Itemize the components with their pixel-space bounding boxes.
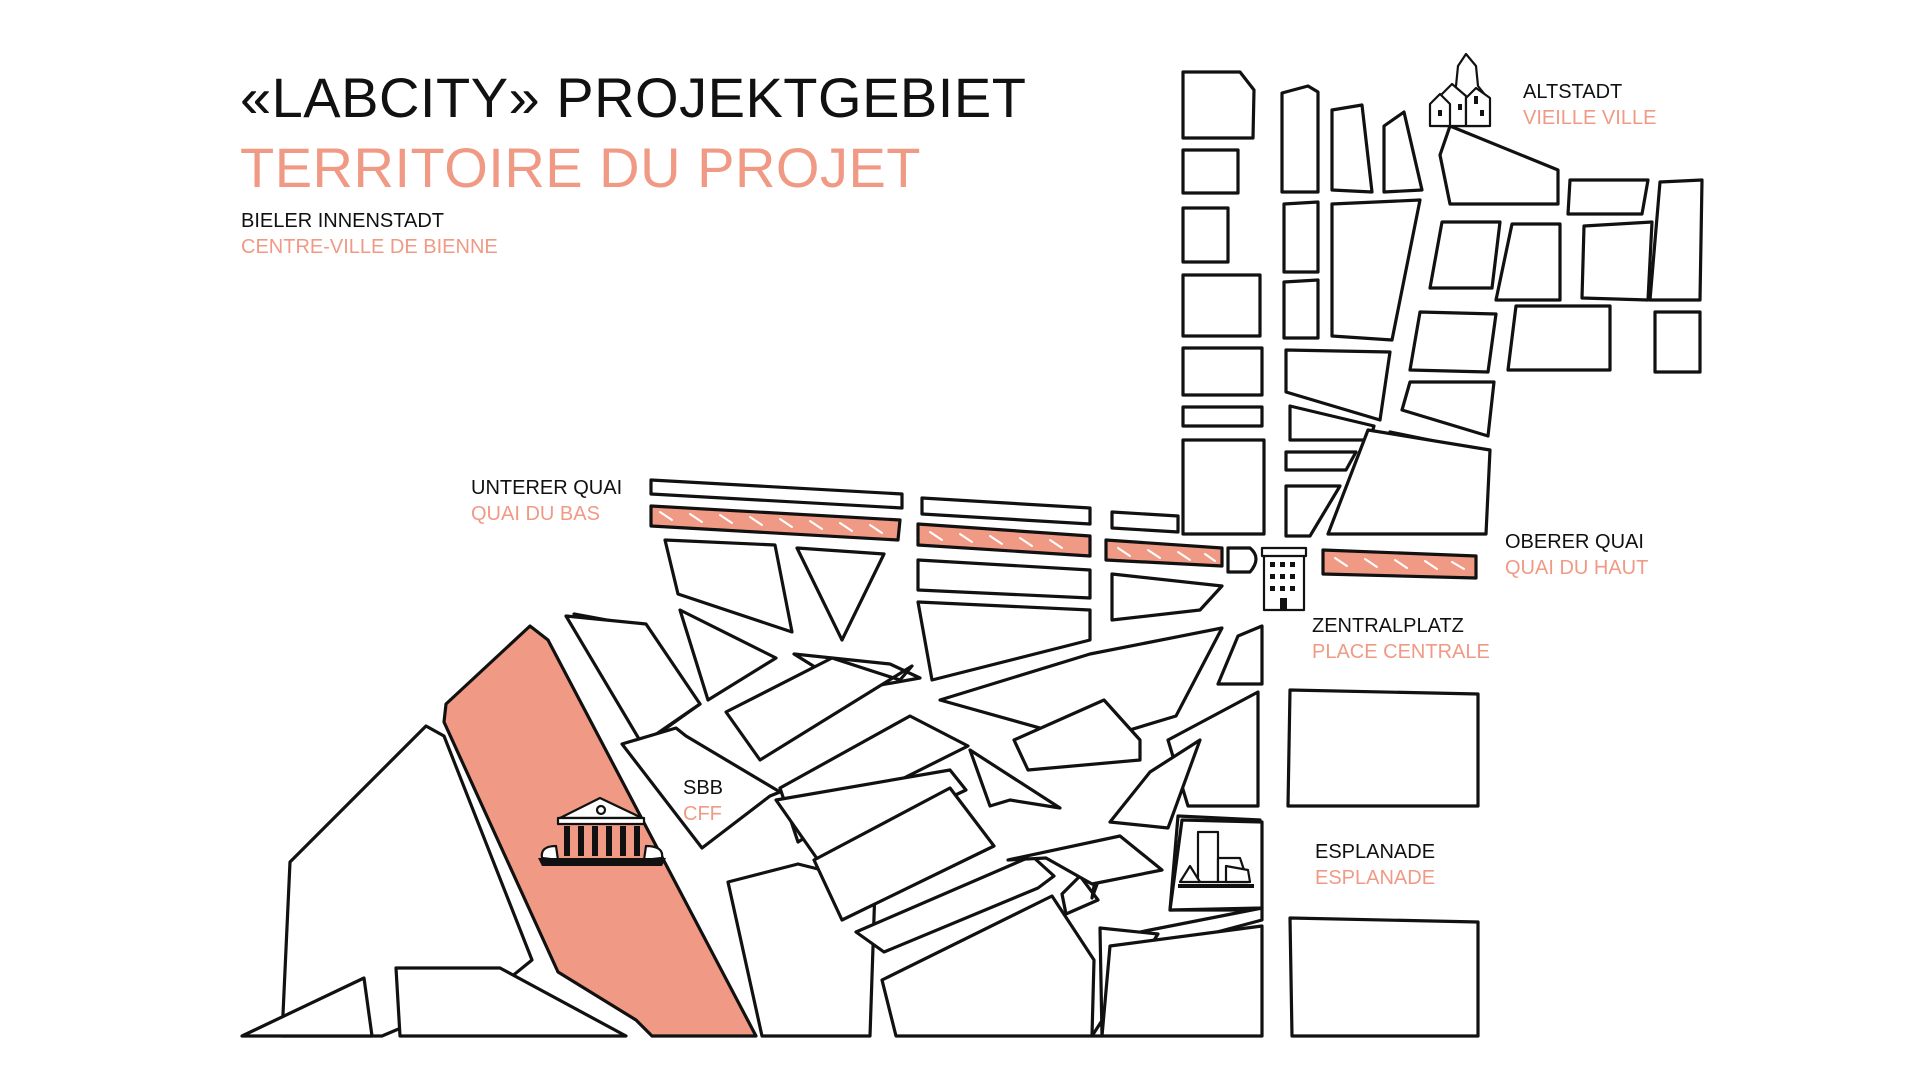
map-block — [1181, 438, 1266, 536]
label-sbb-fr: CFF — [683, 803, 722, 825]
map-block — [1400, 380, 1496, 438]
label-zentralplatz-fr: PLACE CENTRALE — [1312, 641, 1490, 663]
map-block — [1280, 84, 1320, 194]
map-block — [1216, 624, 1264, 686]
label-altstadt-fr: VIEILLE VILLE — [1523, 107, 1657, 129]
map-block — [1653, 310, 1702, 374]
title-french: TERRITOIRE DU PROJET — [240, 136, 922, 199]
map-block — [1181, 70, 1256, 140]
quai-du-bas-strip — [649, 504, 902, 542]
title-german: «LABCITY» PROJEKTGEBIET — [240, 66, 1027, 129]
map-block — [1580, 220, 1654, 302]
label-unterer-quai-fr: QUAI DU BAS — [471, 503, 600, 525]
label-esplanade-de: ESPLANADE — [1315, 841, 1436, 863]
map-block — [1506, 304, 1612, 372]
map-block — [1181, 346, 1264, 397]
label-zentralplatz-de: ZENTRALPLATZ — [1312, 615, 1464, 637]
quai-du-bas-strip — [916, 522, 1092, 558]
label-sbb-de: SBB — [683, 777, 724, 799]
map-block — [1181, 148, 1240, 195]
map-block — [1438, 124, 1560, 206]
map-block — [1284, 450, 1358, 472]
map-block — [1330, 198, 1422, 342]
map-block — [649, 478, 904, 510]
map-block — [1282, 278, 1320, 340]
map-block — [920, 496, 1092, 526]
map-block — [916, 558, 1092, 600]
map-block — [1382, 110, 1424, 194]
map-block — [1428, 220, 1502, 290]
quai-du-bas-strip — [1104, 538, 1224, 568]
map-block — [1226, 546, 1258, 574]
old-town-church-icon — [1428, 52, 1492, 128]
central-building-icon — [1260, 546, 1308, 612]
label-altstadt-de: ALTSTADT — [1523, 81, 1623, 103]
map-block — [1330, 103, 1374, 194]
map-block — [1408, 310, 1498, 374]
label-oberer-quai-fr: QUAI DU HAUT — [1505, 557, 1649, 579]
map-block — [1282, 200, 1320, 274]
map-block — [1110, 572, 1224, 622]
subtitle-french: CENTRE-VILLE DE BIENNE — [241, 236, 498, 258]
map-block — [1181, 206, 1230, 264]
map-block — [1100, 924, 1264, 1038]
map-block — [1494, 222, 1562, 302]
map-block — [1648, 178, 1704, 302]
label-unterer-quai-de: UNTERER QUAI — [471, 477, 623, 499]
map-block — [1181, 405, 1264, 428]
map-block — [1566, 178, 1650, 216]
map-block — [1110, 510, 1180, 534]
label-esplanade-fr: ESPLANADE — [1315, 867, 1436, 889]
map-block — [1181, 273, 1262, 338]
map-block — [1286, 688, 1480, 808]
map-block — [1288, 916, 1480, 1038]
map-blocks — [240, 70, 1704, 1038]
map-block — [795, 546, 886, 642]
label-oberer-quai-de: OBERER QUAI — [1505, 531, 1644, 553]
map-block — [1326, 428, 1492, 536]
subtitle-german: BIELER INNENSTADT — [241, 210, 444, 232]
